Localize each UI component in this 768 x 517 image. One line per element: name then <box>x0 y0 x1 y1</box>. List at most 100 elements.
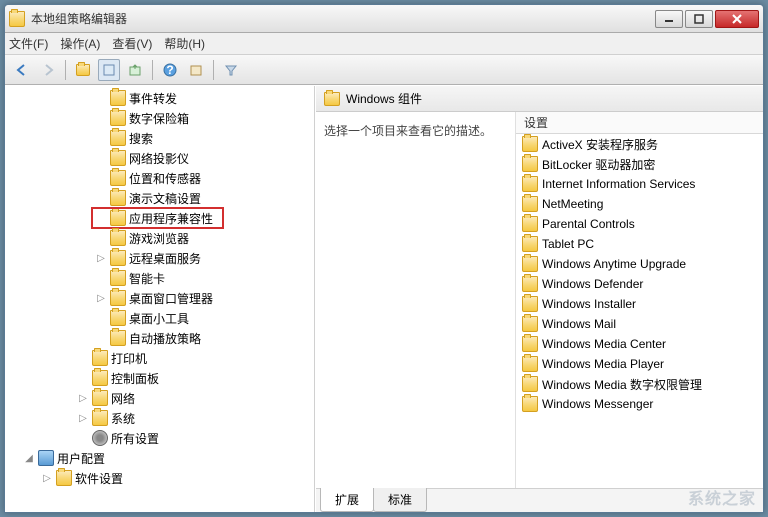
show-tree-button[interactable] <box>72 59 94 81</box>
list-item[interactable]: Windows Anytime Upgrade <box>516 254 763 274</box>
tree-item[interactable]: 数字保险箱 <box>5 108 314 128</box>
tree-item[interactable]: 位置和传感器 <box>5 168 314 188</box>
list-item[interactable]: Tablet PC <box>516 234 763 254</box>
help-button[interactable]: ? <box>159 59 181 81</box>
folder-icon <box>522 216 538 232</box>
list-item[interactable]: Windows Mail <box>516 314 763 334</box>
tree-item[interactable]: 网络投影仪 <box>5 148 314 168</box>
maximize-button[interactable] <box>685 10 713 28</box>
options-button[interactable] <box>185 59 207 81</box>
list-item[interactable]: Windows Installer <box>516 294 763 314</box>
expand-icon[interactable]: ▷ <box>77 393 89 404</box>
tree-item[interactable]: 自动播放策略 <box>5 328 314 348</box>
folder-icon <box>522 196 538 212</box>
folder-icon <box>324 92 340 106</box>
tree-pane[interactable]: 事件转发数字保险箱搜索网络投影仪位置和传感器演示文稿设置应用程序兼容性游戏浏览器… <box>5 86 315 512</box>
tree-item-label: 事件转发 <box>129 90 177 107</box>
window-buttons <box>655 10 759 28</box>
toolbar: ? <box>5 55 763 85</box>
folder-icon <box>56 470 72 486</box>
tree-item[interactable]: 应用程序兼容性 <box>5 208 314 228</box>
menubar: 文件(F) 操作(A) 查看(V) 帮助(H) <box>5 33 763 55</box>
list-item[interactable]: Windows Media Center <box>516 334 763 354</box>
list-item[interactable]: Windows Messenger <box>516 394 763 414</box>
tree-item[interactable]: 游戏浏览器 <box>5 228 314 248</box>
export-button[interactable] <box>124 59 146 81</box>
app-icon <box>9 11 25 27</box>
tree-item[interactable]: 事件转发 <box>5 88 314 108</box>
toolbar-separator <box>213 60 214 80</box>
expand-icon[interactable]: ▷ <box>77 413 89 424</box>
folder-icon <box>110 210 126 226</box>
back-button[interactable] <box>11 59 33 81</box>
tree-item[interactable]: 控制面板 <box>5 368 314 388</box>
tree-item[interactable]: 演示文稿设置 <box>5 188 314 208</box>
list-item[interactable]: ActiveX 安装程序服务 <box>516 134 763 154</box>
settings-list[interactable]: ActiveX 安装程序服务BitLocker 驱动器加密Internet In… <box>516 134 763 488</box>
tree-item[interactable]: 所有设置 <box>5 428 314 448</box>
folder-icon <box>92 410 108 426</box>
expand-icon[interactable]: ▷ <box>95 253 107 264</box>
tree-item[interactable]: 智能卡 <box>5 268 314 288</box>
column-header-settings[interactable]: 设置 <box>516 112 763 134</box>
list-item-label: Windows Messenger <box>542 397 653 411</box>
minimize-button[interactable] <box>655 10 683 28</box>
folder-icon <box>522 156 538 172</box>
details-title: Windows 组件 <box>346 90 422 107</box>
list-item[interactable]: NetMeeting <box>516 194 763 214</box>
tree-item[interactable]: 搜索 <box>5 128 314 148</box>
close-button[interactable] <box>715 10 759 28</box>
list-item[interactable]: Windows Defender <box>516 274 763 294</box>
folder-icon <box>522 236 538 252</box>
list-item[interactable]: Parental Controls <box>516 214 763 234</box>
tree-item[interactable]: ▷ 系统 <box>5 408 314 428</box>
tree-item-label: 演示文稿设置 <box>129 190 201 207</box>
collapse-icon[interactable]: ◢ <box>23 453 35 464</box>
tree-item[interactable]: 桌面小工具 <box>5 308 314 328</box>
tree-item[interactable]: ▷ 桌面窗口管理器 <box>5 288 314 308</box>
list-item-label: Windows Mail <box>542 317 616 331</box>
expand-icon[interactable]: ▷ <box>95 293 107 304</box>
list-item-label: ActiveX 安装程序服务 <box>542 136 658 153</box>
tree-item[interactable]: ▷ 软件设置 <box>5 468 314 488</box>
filter-button[interactable] <box>220 59 242 81</box>
forward-button[interactable] <box>37 59 59 81</box>
folder-icon <box>522 356 538 372</box>
menu-action[interactable]: 操作(A) <box>60 35 100 52</box>
list-item[interactable]: Internet Information Services <box>516 174 763 194</box>
properties-button[interactable] <box>98 59 120 81</box>
details-body: 选择一个项目来查看它的描述。 设置 ActiveX 安装程序服务BitLocke… <box>316 112 763 488</box>
list-item-label: Tablet PC <box>542 237 594 251</box>
expand-icon[interactable]: ▷ <box>41 473 53 484</box>
details-header: Windows 组件 <box>316 86 763 112</box>
folder-icon <box>522 176 538 192</box>
menu-view[interactable]: 查看(V) <box>112 35 152 52</box>
folder-icon <box>110 290 126 306</box>
tree-item-label: 软件设置 <box>75 470 123 487</box>
menu-help[interactable]: 帮助(H) <box>164 35 205 52</box>
tree-item[interactable]: ▷ 网络 <box>5 388 314 408</box>
tree-item-label: 数字保险箱 <box>129 110 189 127</box>
tab-standard[interactable]: 标准 <box>373 488 427 512</box>
folder-icon <box>522 136 538 152</box>
folder-icon <box>522 276 538 292</box>
tree-item[interactable]: ▷远程桌面服务 <box>5 248 314 268</box>
list-item-label: Parental Controls <box>542 217 635 231</box>
tree-item-label: 桌面小工具 <box>129 310 189 327</box>
menu-file[interactable]: 文件(F) <box>9 35 48 52</box>
list-item[interactable]: BitLocker 驱动器加密 <box>516 154 763 174</box>
tree-item-label: 系统 <box>111 410 135 427</box>
tree-item[interactable]: ◢用户配置 <box>5 448 314 468</box>
tab-extended[interactable]: 扩展 <box>320 488 374 512</box>
content-area: 事件转发数字保险箱搜索网络投影仪位置和传感器演示文稿设置应用程序兼容性游戏浏览器… <box>5 85 763 512</box>
list-item[interactable]: Windows Media Player <box>516 354 763 374</box>
list-item-label: Windows Media Player <box>542 357 664 371</box>
list-item-label: Windows Media Center <box>542 337 666 351</box>
folder-icon <box>110 90 126 106</box>
folder-icon <box>522 316 538 332</box>
tree-item[interactable]: 打印机 <box>5 348 314 368</box>
tree-item-label: 桌面窗口管理器 <box>129 290 213 307</box>
list-item[interactable]: Windows Media 数字权限管理 <box>516 374 763 394</box>
tree-item-label: 网络 <box>111 390 135 407</box>
tab-label: 扩展 <box>335 493 359 507</box>
